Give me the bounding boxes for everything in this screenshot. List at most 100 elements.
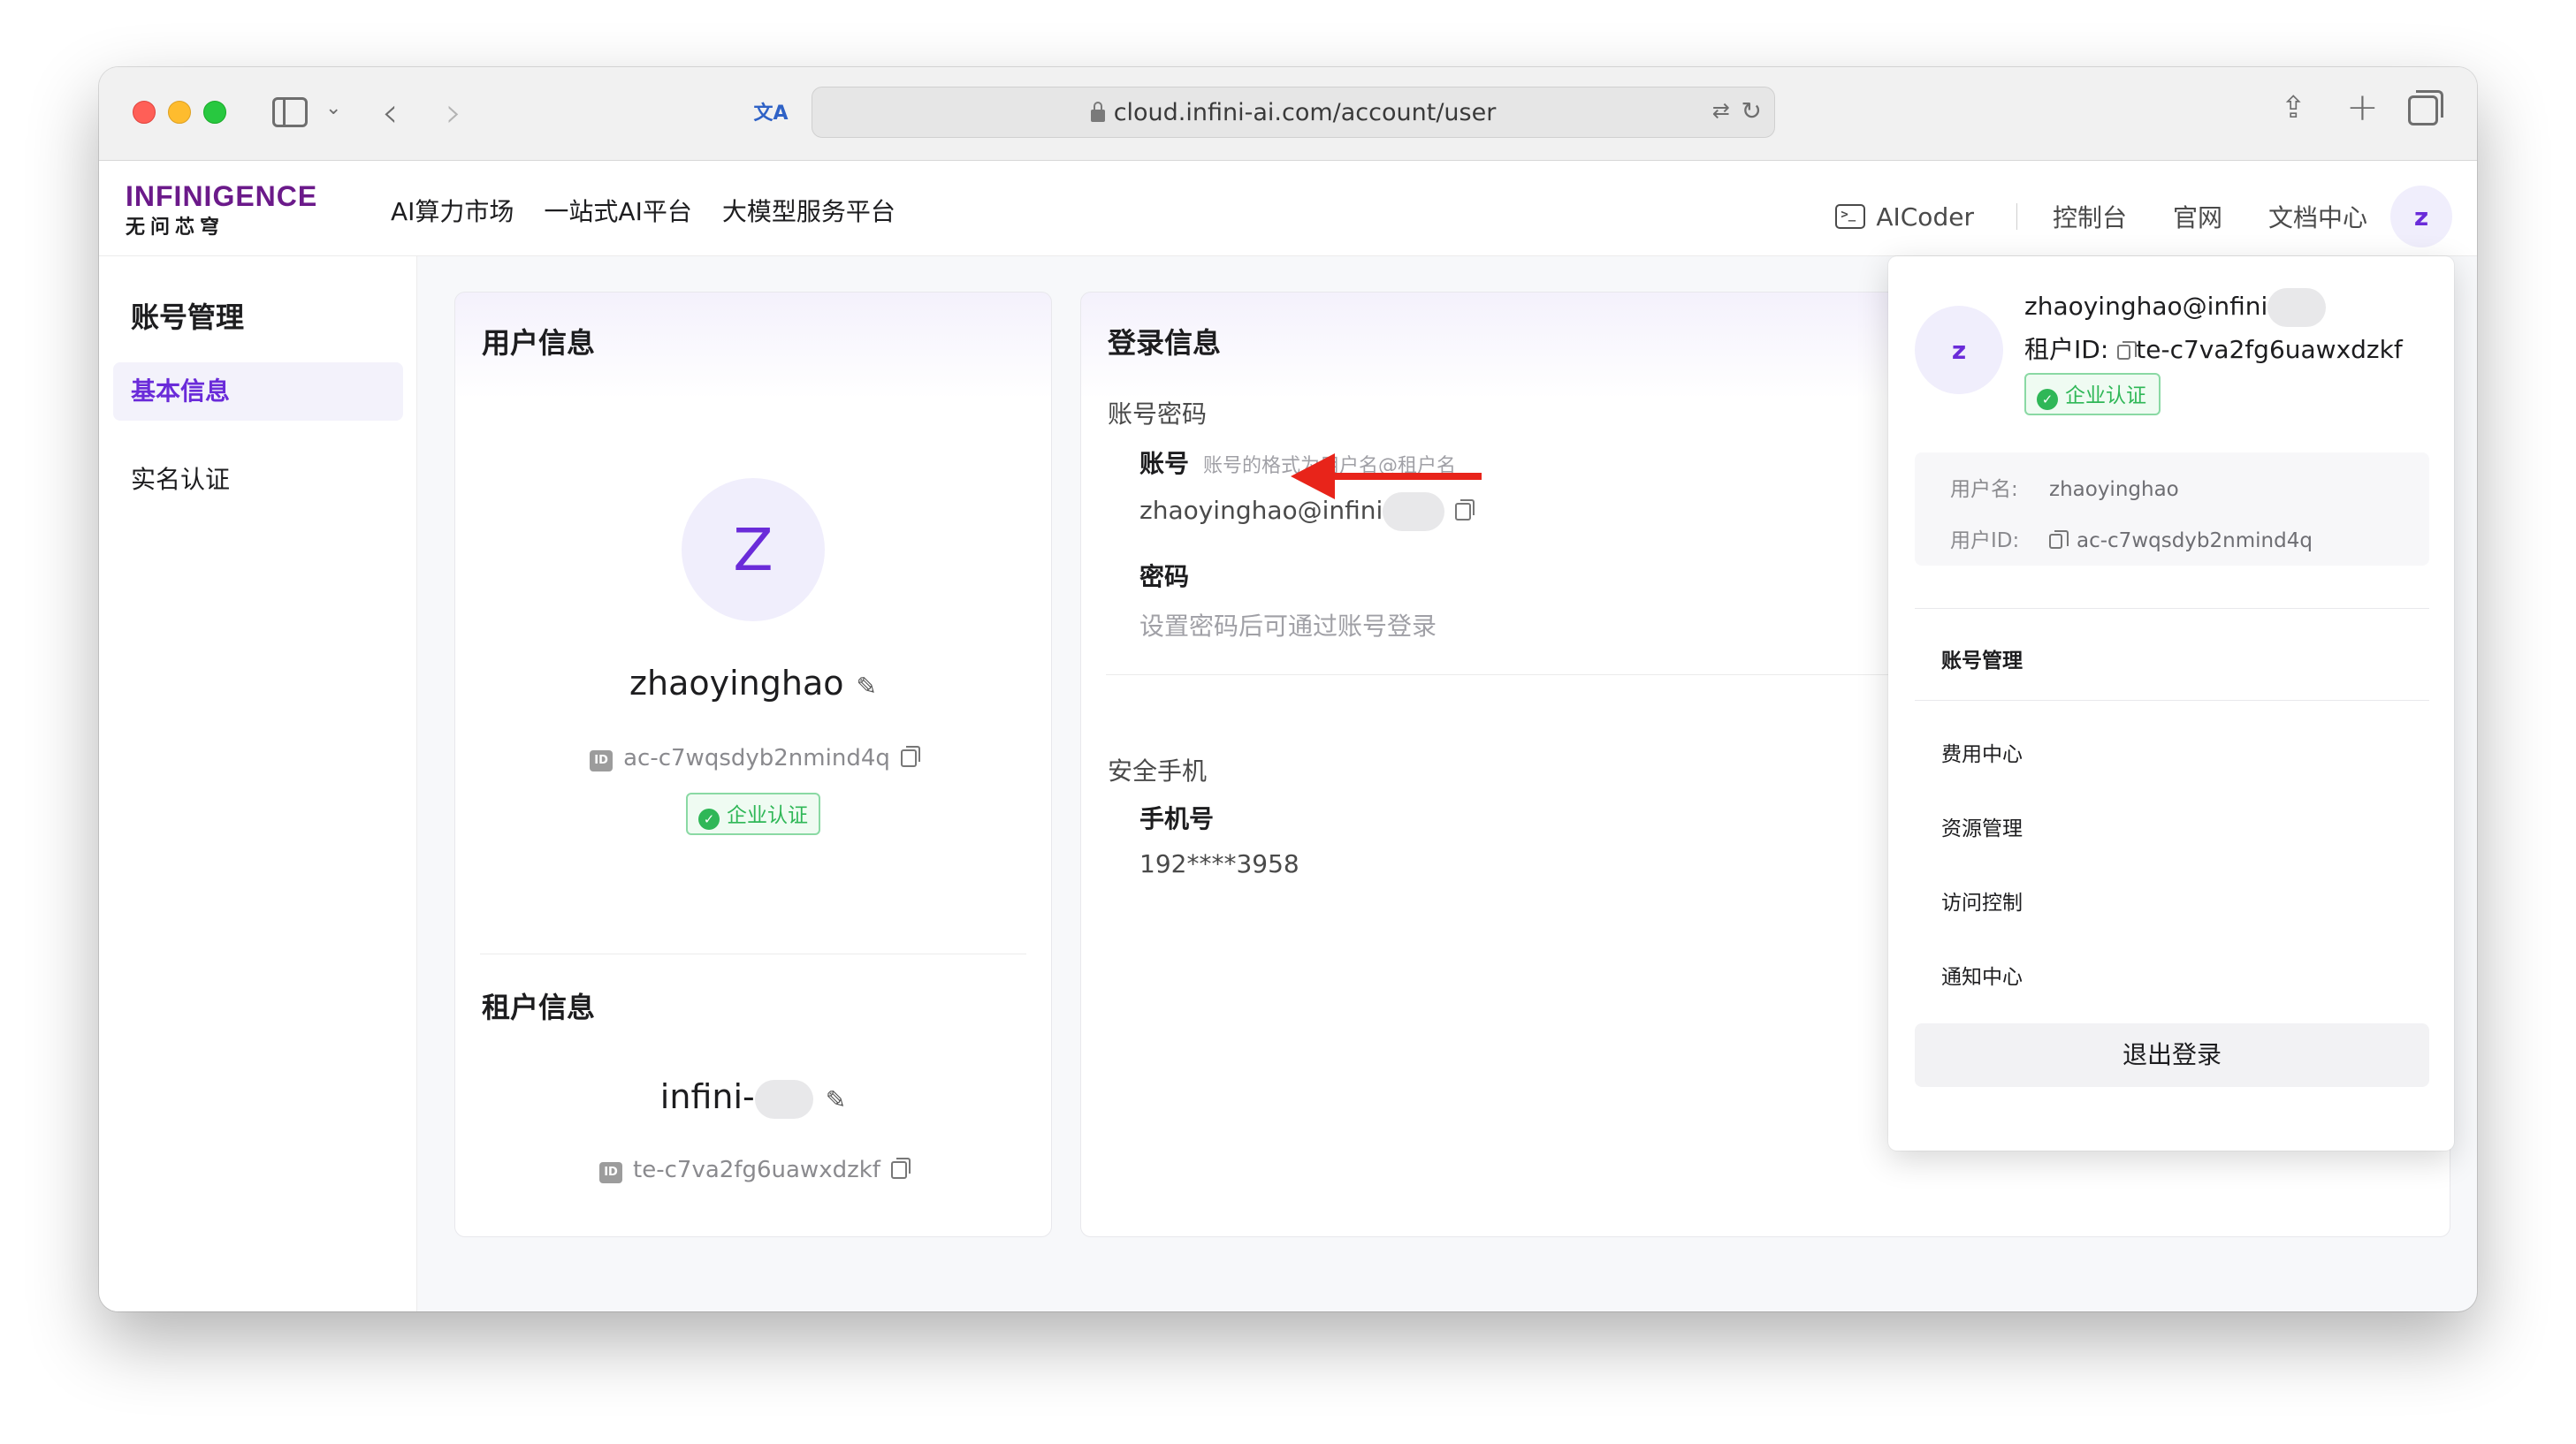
- sidebar-item-basic-info[interactable]: 基本信息: [113, 362, 403, 421]
- redacted-text: [754, 1079, 813, 1119]
- enterprise-verified-badge: ✓ 企业认证: [686, 793, 820, 835]
- redacted-text: [2267, 288, 2327, 327]
- login-info-title: 登录信息: [1108, 326, 1222, 360]
- sidebar-toggle-icon[interactable]: [272, 97, 308, 127]
- logo-wordmark: INFINIGENCE: [126, 180, 318, 212]
- reload-icon[interactable]: ↻: [1741, 96, 1762, 125]
- verify-label: 企业认证: [727, 804, 808, 827]
- dropdown-avatar: z: [1915, 306, 2003, 394]
- chevron-down-icon[interactable]: ⌄: [325, 97, 341, 119]
- url-text: cloud.infini-ai.com/account/user: [1113, 99, 1497, 126]
- sidebar-item-real-name[interactable]: 实名认证: [113, 451, 403, 509]
- share-icon[interactable]: ⇪: [2281, 90, 2306, 125]
- phone-value: 192****3958: [1139, 849, 1299, 878]
- nav-divider: [2016, 203, 2017, 230]
- tenant-name-row: infini- ✎: [455, 1077, 1051, 1119]
- menu-account-management[interactable]: 账号管理: [1941, 643, 2023, 673]
- user-dropdown-menu: z zhaoyinghao@infini 租户ID: te-c7va2fg6uaw…: [1888, 256, 2454, 1151]
- password-hint: 设置密码后可通过账号登录: [1139, 612, 1437, 641]
- url-display: cloud.infini-ai.com/account/user: [812, 99, 1774, 126]
- user-avatar-button[interactable]: z: [2390, 186, 2452, 247]
- new-tab-icon[interactable]: +: [2346, 85, 2379, 130]
- phone-label: 手机号: [1139, 804, 1215, 833]
- dropdown-divider: [1915, 608, 2429, 609]
- browser-window: ⌄ ‹ › 文A cloud.infini-ai.com/account/use…: [99, 67, 2477, 1311]
- top-nav: AI算力市场 一站式AI平台 大模型服务平台: [391, 193, 896, 228]
- right-nav: >_ AICoder 控制台 官网 文档中心 z: [1835, 186, 2452, 247]
- lock-icon: [1090, 102, 1105, 122]
- annotation-arrow-left: [1291, 453, 1482, 499]
- user-id: ac-c7wqsdyb2nmind4q: [623, 745, 890, 771]
- zoom-window-button[interactable]: [203, 101, 226, 124]
- aicoder-label: AICoder: [1876, 201, 1974, 232]
- nav-ai-compute-market[interactable]: AI算力市场: [391, 193, 514, 228]
- menu-resource-management[interactable]: 资源管理: [1941, 811, 2023, 841]
- user-id-row: ID ac-c7wqsdyb2nmind4q: [455, 745, 1051, 771]
- account-sidebar: 账号管理 基本信息 实名认证: [99, 256, 417, 1311]
- nav-ai-platform[interactable]: 一站式AI平台: [544, 193, 691, 228]
- tenant-id: te-c7va2fg6uawxdzkf: [633, 1157, 880, 1183]
- tab-overview-icon[interactable]: [2408, 90, 2443, 125]
- verify-label: 企业认证: [2065, 384, 2146, 407]
- dropdown-divider: [1915, 700, 2429, 701]
- dropdown-user-info: 用户名: zhaoyinghao 用户ID: ac-c7wqsdyb2nmind4q: [1915, 452, 2429, 566]
- nav-official-site[interactable]: 官网: [2173, 199, 2222, 234]
- dropdown-username: zhaoyinghao: [2049, 478, 2179, 501]
- dropdown-tenant-row: 租户ID: te-c7va2fg6uawxdzkf: [2024, 331, 2403, 366]
- id-badge-icon: ID: [590, 750, 614, 771]
- redacted-text: [1383, 492, 1445, 531]
- terminal-icon: >_: [1835, 204, 1866, 229]
- menu-notification-center[interactable]: 通知中心: [1941, 960, 2023, 990]
- copy-account-icon[interactable]: [1455, 499, 1475, 521]
- dropdown-email: zhaoyinghao@infini: [2024, 292, 2268, 321]
- dropdown-username-row: 用户名: zhaoyinghao: [1950, 472, 2179, 502]
- dropdown-email-row: zhaoyinghao@infini: [2024, 288, 2327, 327]
- copy-user-id-icon[interactable]: [2049, 530, 2069, 549]
- logo-chinese: 无问芯穹: [126, 217, 225, 239]
- check-circle-icon: ✓: [2037, 389, 2058, 410]
- menu-billing-center[interactable]: 费用中心: [1941, 737, 2023, 767]
- logo[interactable]: INFINIGENCE 无问芯穹: [126, 180, 317, 239]
- dropdown-userid-row: 用户ID: ac-c7wqsdyb2nmind4q: [1950, 523, 2313, 553]
- tenant-info-title: 租户信息: [482, 991, 596, 1024]
- edit-tenant-name-icon[interactable]: ✎: [826, 1085, 846, 1114]
- nav-console[interactable]: 控制台: [2053, 199, 2127, 234]
- username: zhaoyinghao: [629, 664, 844, 703]
- dropdown-tenant-id: te-c7va2fg6uawxdzkf: [2136, 335, 2403, 364]
- account-value: zhaoyinghao@infini: [1139, 496, 1383, 525]
- menu-access-control[interactable]: 访问控制: [1941, 885, 2023, 916]
- logout-button[interactable]: 退出登录: [1915, 1023, 2429, 1087]
- copy-tenant-id-icon[interactable]: [2117, 341, 2138, 360]
- account-password-section: 账号密码: [1108, 399, 1208, 429]
- user-avatar: Z: [682, 478, 825, 621]
- username-label: 用户名:: [1950, 478, 2018, 501]
- dropdown-user-id: ac-c7wqsdyb2nmind4q: [2077, 529, 2313, 552]
- back-arrow-icon[interactable]: ‹: [382, 88, 398, 136]
- dropdown-verified-badge: ✓ 企业认证: [2024, 373, 2161, 415]
- browser-toolbar: ⌄ ‹ › 文A cloud.infini-ai.com/account/use…: [99, 67, 2477, 161]
- page-translate-icon[interactable]: ⇄: [1712, 98, 1730, 123]
- account-label: 账号: [1139, 449, 1190, 478]
- tenant-id-row: ID te-c7va2fg6uawxdzkf: [455, 1157, 1051, 1183]
- userid-label: 用户ID:: [1950, 529, 2020, 552]
- address-bar[interactable]: cloud.infini-ai.com/account/user ⇄ ↻: [812, 87, 1775, 138]
- security-phone-section: 安全手机: [1108, 756, 1208, 786]
- minimize-window-button[interactable]: [168, 101, 191, 124]
- tenant-id-label: 租户ID:: [2024, 335, 2109, 364]
- tenant-name: infini-: [659, 1077, 755, 1116]
- password-label: 密码: [1139, 562, 1190, 591]
- edit-username-icon[interactable]: ✎: [856, 672, 876, 701]
- sidebar-title: 账号管理: [131, 300, 245, 334]
- nav-docs[interactable]: 文档中心: [2268, 199, 2367, 234]
- forward-arrow-icon[interactable]: ›: [446, 88, 461, 136]
- copy-tenant-id-icon[interactable]: [890, 1158, 911, 1179]
- aicoder-link[interactable]: >_ AICoder: [1835, 202, 1974, 232]
- copy-user-id-icon[interactable]: [900, 746, 920, 767]
- site-header: INFINIGENCE 无问芯穹 AI算力市场 一站式AI平台 大模型服务平台 …: [99, 161, 2477, 256]
- username-row: zhaoyinghao ✎: [455, 664, 1051, 703]
- translate-icon[interactable]: 文A: [753, 94, 789, 129]
- close-window-button[interactable]: [133, 101, 156, 124]
- user-info-card: 用户信息 Z zhaoyinghao ✎ ID ac-c7wqsdyb2nmind4…: [454, 292, 1052, 1237]
- nav-llm-service[interactable]: 大模型服务平台: [722, 193, 896, 228]
- check-circle-icon: ✓: [698, 809, 720, 830]
